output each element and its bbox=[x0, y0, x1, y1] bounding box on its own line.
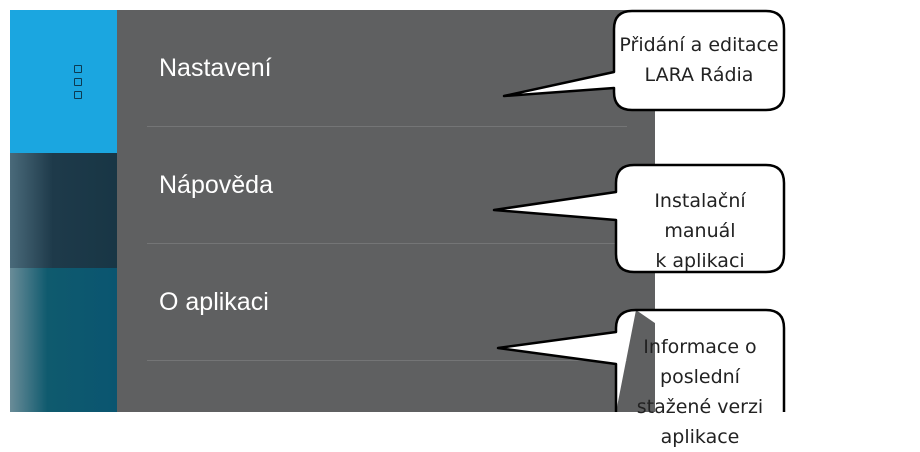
callout-about: Informace o poslední stažené verzi aplik… bbox=[490, 308, 920, 448]
callout-line: k aplikaci bbox=[655, 250, 745, 272]
callout-line: stažené verzi aplikace bbox=[636, 396, 764, 448]
app-thumbnail bbox=[10, 268, 117, 412]
menu-item-label: O aplikaci bbox=[159, 288, 269, 316]
more-icon[interactable] bbox=[74, 65, 82, 99]
callout-text: Instalační manuál k aplikaci bbox=[616, 186, 784, 276]
app-thumbnail bbox=[10, 153, 117, 268]
callout-text: Informace o poslední stažené verzi aplik… bbox=[616, 332, 784, 452]
app-strip bbox=[10, 10, 117, 412]
callout-line: LARA Rádia bbox=[644, 64, 754, 86]
menu-item-label: Nápověda bbox=[159, 171, 273, 199]
callout-line: Informace o poslední bbox=[643, 336, 757, 388]
callout-line: Instalační manuál bbox=[654, 190, 746, 242]
callout-text: Přidání a editace LARA Rádia bbox=[614, 30, 784, 90]
callout-settings: Přidání a editace LARA Rádia bbox=[488, 8, 918, 112]
callout-line: Přidání a editace bbox=[619, 34, 779, 56]
menu-item-label: Nastavení bbox=[159, 54, 272, 82]
callout-help: Instalační manuál k aplikaci bbox=[490, 162, 920, 274]
menu-toggle-tile[interactable] bbox=[10, 10, 117, 153]
